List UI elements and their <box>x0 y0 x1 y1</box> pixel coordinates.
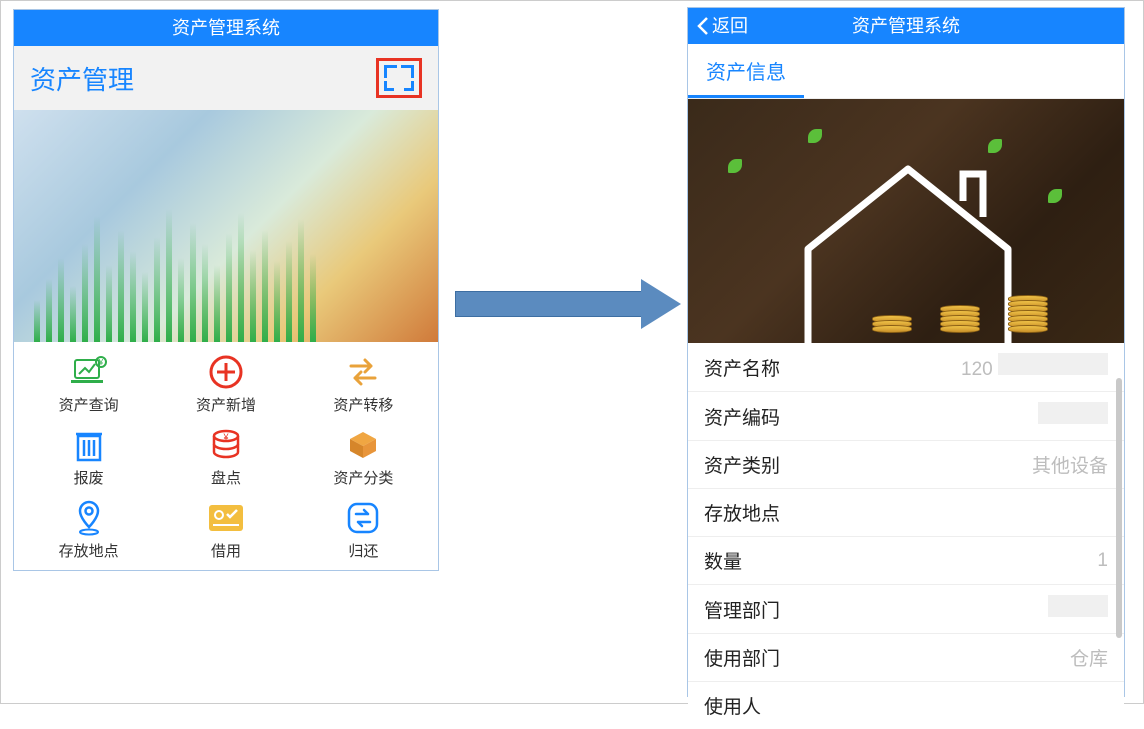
tab-label: 资产信息 <box>706 62 786 84</box>
titlebar: 返回 资产管理系统 <box>688 8 1124 44</box>
menu-label: 资产查询 <box>20 394 157 415</box>
menu-grid: ¥ 资产查询 资产新增 资产转移 报废 <box>14 342 438 563</box>
section-header: 资产管理 <box>14 46 438 110</box>
app-title: 资产管理系统 <box>172 18 280 38</box>
redacted-icon <box>998 353 1108 375</box>
section-title: 资产管理 <box>30 60 134 97</box>
menu-asset-transfer[interactable]: 资产转移 <box>295 352 432 417</box>
titlebar: 资产管理系统 <box>14 10 438 46</box>
menu-label: 资产新增 <box>157 394 294 415</box>
menu-inventory[interactable]: ¥ 盘点 <box>157 425 294 490</box>
app-title: 资产管理系统 <box>852 16 960 36</box>
field-label: 资产名称 <box>704 354 780 381</box>
transfer-arrows-icon <box>295 354 432 390</box>
flow-arrow-icon <box>455 279 683 329</box>
hero-image <box>14 110 438 342</box>
location-pin-icon <box>20 500 157 536</box>
scan-button[interactable] <box>376 58 422 98</box>
field-use-dept[interactable]: 使用部门 仓库 <box>688 634 1124 682</box>
field-asset-code[interactable]: 资产编码 <box>688 392 1124 441</box>
menu-label: 归还 <box>295 540 432 561</box>
menu-label: 借用 <box>157 540 294 561</box>
field-location[interactable]: 存放地点 <box>688 489 1124 537</box>
field-value: 仓库 <box>1070 644 1108 671</box>
field-value: 其他设备 <box>1032 451 1108 478</box>
scan-icon <box>384 65 414 91</box>
field-asset-name[interactable]: 资产名称 120 <box>688 343 1124 392</box>
field-label: 管理部门 <box>704 596 780 623</box>
menu-return[interactable]: 归还 <box>295 498 432 563</box>
back-button[interactable]: 返回 <box>696 8 748 44</box>
card-check-icon <box>157 500 294 536</box>
menu-borrow[interactable]: 借用 <box>157 498 294 563</box>
swap-rounded-icon <box>295 500 432 536</box>
field-manage-dept[interactable]: 管理部门 <box>688 585 1124 634</box>
field-quantity[interactable]: 数量 1 <box>688 537 1124 585</box>
field-label: 数量 <box>704 547 742 574</box>
menu-asset-category[interactable]: 资产分类 <box>295 425 432 490</box>
field-label: 使用部门 <box>704 644 780 671</box>
canvas: 资产管理系统 资产管理 <box>0 0 1144 704</box>
cube-icon <box>295 427 432 463</box>
back-label: 返回 <box>712 8 748 44</box>
tab-asset-info[interactable]: 资产信息 <box>688 44 804 98</box>
svg-text:¥: ¥ <box>97 358 103 367</box>
hero-image <box>688 99 1124 343</box>
menu-label: 报废 <box>20 467 157 488</box>
coins-stack-icon: ¥ <box>157 427 294 463</box>
field-label: 资产编码 <box>704 403 780 430</box>
redacted-icon <box>1048 595 1108 617</box>
scrollbar[interactable] <box>1116 378 1122 638</box>
fields-list: 资产名称 120 资产编码 资产类别 其他设备 存放地点 数量 1 管理部门 <box>688 343 1124 729</box>
field-user[interactable]: 使用人 <box>688 682 1124 729</box>
field-label: 使用人 <box>704 692 761 719</box>
field-asset-category[interactable]: 资产类别 其他设备 <box>688 441 1124 489</box>
chevron-left-icon <box>696 16 710 36</box>
field-value: 1 <box>1097 550 1108 572</box>
menu-label: 资产分类 <box>295 467 432 488</box>
field-label: 资产类别 <box>704 451 780 478</box>
menu-label: 盘点 <box>157 467 294 488</box>
laptop-chart-icon: ¥ <box>20 354 157 390</box>
field-label: 存放地点 <box>704 499 780 526</box>
menu-asset-add[interactable]: 资产新增 <box>157 352 294 417</box>
home-screen: 资产管理系统 资产管理 <box>13 9 439 571</box>
menu-location[interactable]: 存放地点 <box>20 498 157 563</box>
plus-circle-icon <box>157 354 294 390</box>
coin-stacks-icon <box>872 298 1048 333</box>
trash-icon <box>20 427 157 463</box>
menu-asset-query[interactable]: ¥ 资产查询 <box>20 352 157 417</box>
tab-row: 资产信息 <box>688 44 1124 99</box>
detail-screen: 返回 资产管理系统 资产信息 资产名称 <box>687 7 1125 697</box>
menu-label: 资产转移 <box>295 394 432 415</box>
field-value: 120 <box>961 359 993 380</box>
menu-scrap[interactable]: 报废 <box>20 425 157 490</box>
svg-text:¥: ¥ <box>222 432 229 442</box>
redacted-icon <box>1038 402 1108 424</box>
menu-label: 存放地点 <box>20 540 157 561</box>
